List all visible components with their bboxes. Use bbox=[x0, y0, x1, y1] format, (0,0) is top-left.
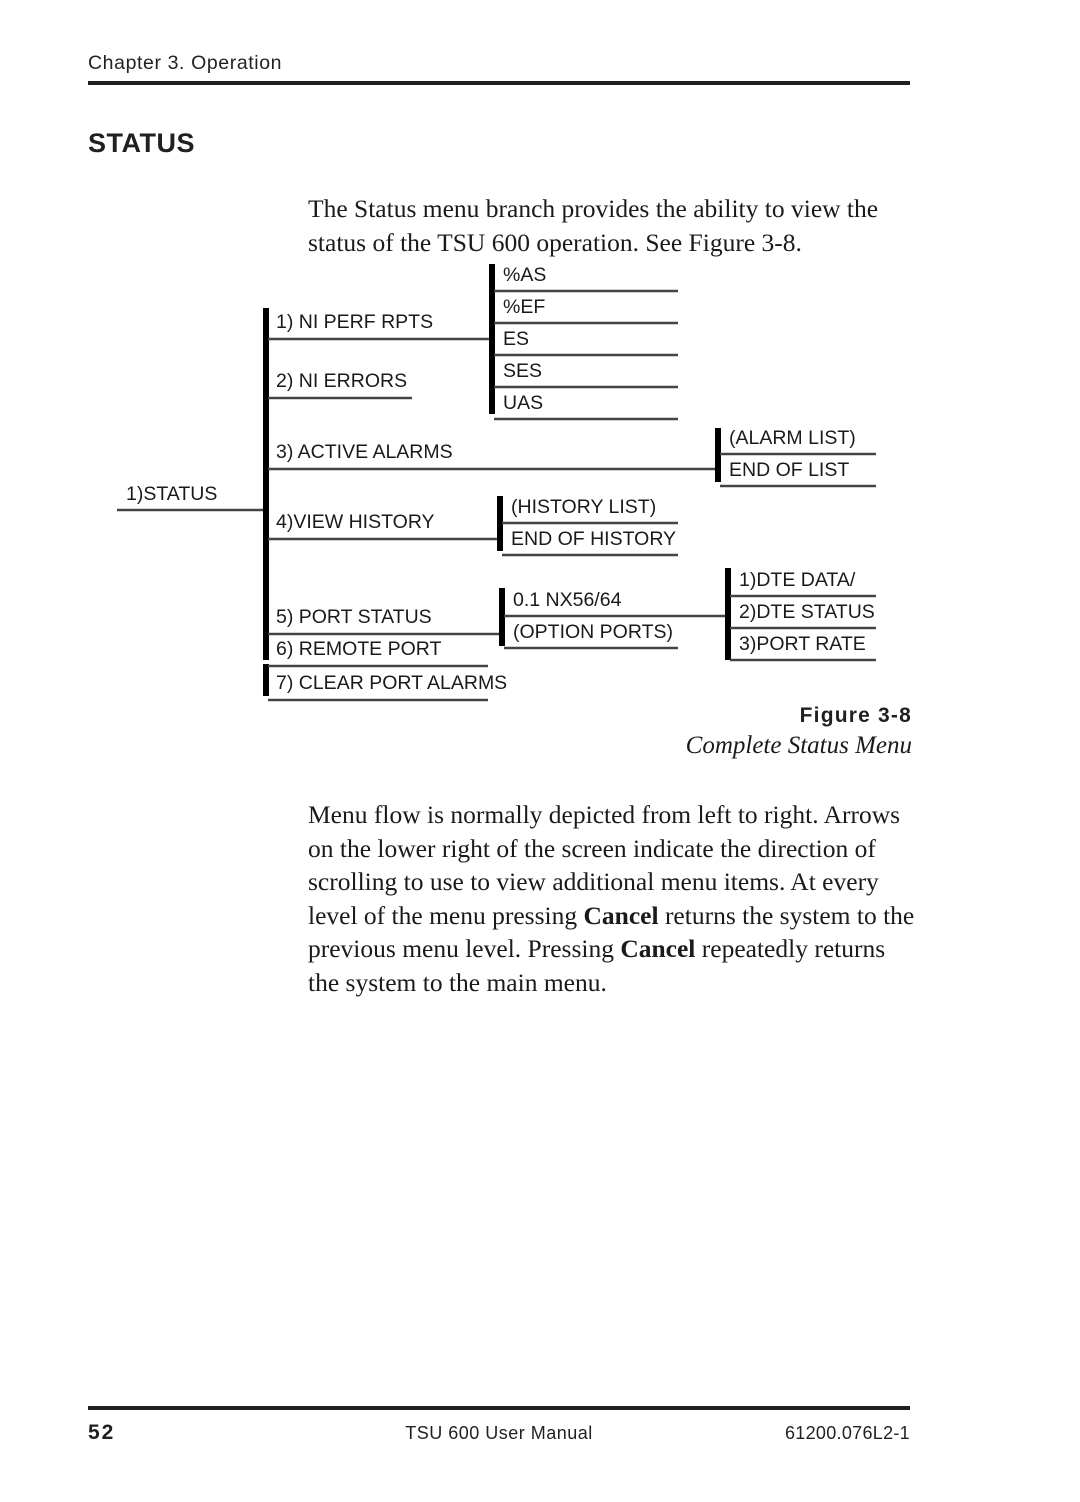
figure-caption: Figure 3-8 Complete Status Menu bbox=[492, 704, 912, 760]
end-of-history-label[interactable]: END OF HISTORY bbox=[511, 528, 676, 550]
menu-item-port-status[interactable]: 5) PORT STATUS bbox=[276, 606, 432, 628]
cancel-key-1: Cancel bbox=[583, 900, 659, 930]
diagram-root-label: 1)STATUS bbox=[126, 483, 217, 505]
option-ports-label[interactable]: (OPTION PORTS) bbox=[513, 621, 673, 643]
menu-flow-paragraph: Menu flow is normally depicted from left… bbox=[308, 798, 918, 999]
menu-item-active-alarms[interactable]: 3) ACTIVE ALARMS bbox=[276, 441, 453, 463]
port-rate-label[interactable]: 3)PORT RATE bbox=[739, 633, 866, 655]
intro-paragraph: The Status menu branch provides the abil… bbox=[308, 194, 879, 257]
perf-report-es[interactable]: ES bbox=[503, 328, 529, 350]
menu-item-clear-port-alarms[interactable]: 7) CLEAR PORT ALARMS bbox=[276, 672, 507, 694]
history-list-label[interactable]: (HISTORY LIST) bbox=[511, 496, 656, 518]
menu-item-view-history[interactable]: 4)VIEW HISTORY bbox=[276, 511, 435, 533]
perf-report-as[interactable]: %AS bbox=[503, 264, 546, 286]
header-divider bbox=[88, 81, 910, 85]
cancel-key-2: Cancel bbox=[620, 934, 696, 963]
figure-title: Complete Status Menu bbox=[685, 732, 912, 759]
chapter-label: Chapter 3. Operation bbox=[88, 52, 283, 74]
page-footer: 52 TSU 600 User Manual 61200.076L2-1 bbox=[88, 1406, 910, 1447]
port-nx-label[interactable]: 0.1 NX56/64 bbox=[513, 589, 622, 611]
alarm-list-label[interactable]: (ALARM LIST) bbox=[729, 427, 856, 449]
menu-item-ni-perf-rpts[interactable]: 1) NI PERF RPTS bbox=[276, 311, 433, 333]
dte-data-label[interactable]: 1)DTE DATA/ bbox=[739, 569, 856, 591]
end-of-list-label[interactable]: END OF LIST bbox=[729, 459, 849, 481]
footer-row: 52 TSU 600 User Manual 61200.076L2-1 bbox=[88, 1421, 910, 1447]
page-header: Chapter 3. Operation bbox=[88, 52, 910, 85]
dte-status-label[interactable]: 2)DTE STATUS bbox=[739, 601, 875, 623]
menu-item-ni-errors[interactable]: 2) NI ERRORS bbox=[276, 370, 407, 392]
menu-item-remote-port[interactable]: 6) REMOTE PORT bbox=[276, 638, 441, 660]
page-title: STATUS bbox=[88, 128, 195, 158]
perf-report-uas[interactable]: UAS bbox=[503, 392, 543, 414]
perf-report-ef[interactable]: %EF bbox=[503, 296, 545, 318]
figure-number: Figure 3-8 bbox=[799, 704, 912, 727]
perf-report-ses[interactable]: SES bbox=[503, 360, 542, 382]
footer-divider bbox=[88, 1406, 910, 1410]
document-number: 61200.076L2-1 bbox=[784, 1423, 910, 1443]
